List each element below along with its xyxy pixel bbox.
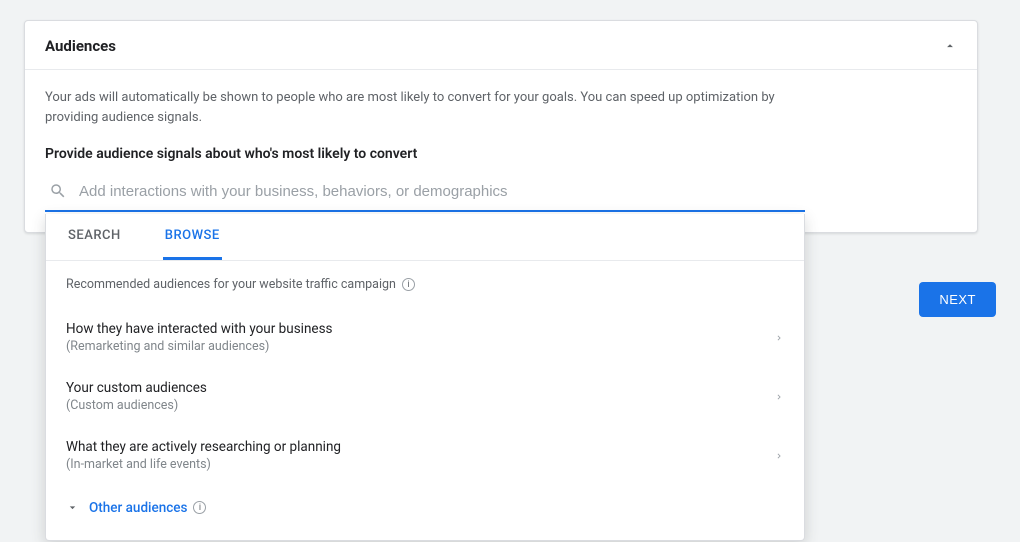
chevron-down-icon xyxy=(66,501,79,514)
chevron-right-icon xyxy=(774,331,784,345)
list-item-custom[interactable]: Your custom audiences (Custom audiences) xyxy=(66,367,784,426)
dropdown-body: Recommended audiences for your website t… xyxy=(46,261,804,539)
list-item-inmarket[interactable]: What they are actively researching or pl… xyxy=(66,426,784,485)
other-audiences-label: Other audiences xyxy=(89,500,187,516)
card-body: Your ads will automatically be shown to … xyxy=(25,70,977,232)
list-item-interacted[interactable]: How they have interacted with your busin… xyxy=(66,308,784,367)
tab-search[interactable]: SEARCH xyxy=(66,214,123,260)
search-icon xyxy=(49,182,67,200)
card-title: Audiences xyxy=(45,37,116,55)
helper-text: Your ads will automatically be shown to … xyxy=(45,88,805,128)
chevron-right-icon xyxy=(774,449,784,463)
list-item-subtitle: (In-market and life events) xyxy=(66,457,341,474)
tabs: SEARCH BROWSE xyxy=(46,214,804,261)
tab-browse[interactable]: BROWSE xyxy=(163,214,222,260)
subheading: Provide audience signals about who's mos… xyxy=(45,146,957,162)
search-input[interactable] xyxy=(79,183,801,200)
recommended-row: Recommended audiences for your website t… xyxy=(66,277,784,292)
search-wrap: SEARCH BROWSE Recommended audiences for … xyxy=(45,176,957,212)
other-audiences-row[interactable]: Other audiences i xyxy=(66,486,784,522)
audience-dropdown: SEARCH BROWSE Recommended audiences for … xyxy=(45,214,805,540)
info-icon[interactable]: i xyxy=(193,501,206,514)
list-item-title: Your custom audiences xyxy=(66,379,207,397)
card-header[interactable]: Audiences xyxy=(25,21,977,70)
list-item-subtitle: (Remarketing and similar audiences) xyxy=(66,339,333,356)
recommended-text: Recommended audiences for your website t… xyxy=(66,277,396,292)
info-icon[interactable]: i xyxy=(402,278,415,291)
audiences-card: Audiences Your ads will automatically be… xyxy=(24,20,978,233)
list-item-title: How they have interacted with your busin… xyxy=(66,320,333,338)
list-item-title: What they are actively researching or pl… xyxy=(66,438,341,456)
chevron-up-icon[interactable] xyxy=(943,39,957,53)
search-bar[interactable] xyxy=(45,176,805,212)
next-button[interactable]: NEXT xyxy=(919,282,996,317)
chevron-right-icon xyxy=(774,390,784,404)
list-item-subtitle: (Custom audiences) xyxy=(66,398,207,415)
